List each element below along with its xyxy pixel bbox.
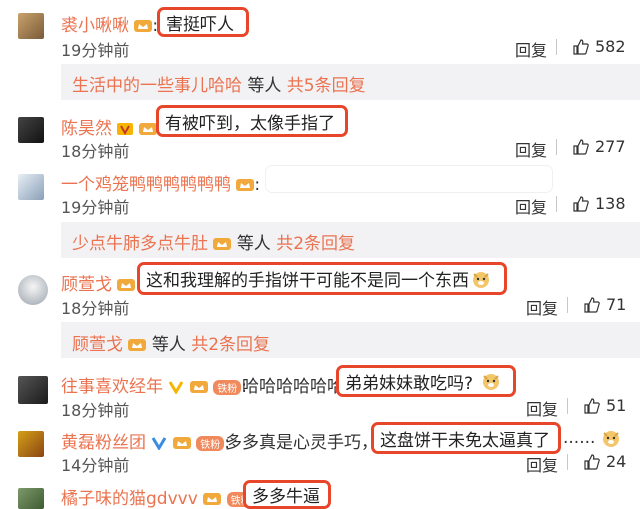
doge-emoji-icon (602, 431, 619, 447)
reply-button[interactable]: 回复 (526, 452, 558, 476)
comment-time: 19分钟前 (61, 198, 130, 217)
comment-time: 19分钟前 (61, 41, 130, 60)
vip-crown-icon (203, 493, 222, 505)
vip-crown-icon (117, 279, 136, 291)
comment-text-highlighted: 这盘饼干未免太逼真了 (371, 422, 561, 454)
divider (556, 38, 557, 55)
like-button[interactable]: 71 (567, 295, 626, 314)
like-button[interactable]: 138 (556, 194, 626, 213)
avatar[interactable] (18, 376, 48, 404)
verified-v-icon (117, 123, 134, 136)
commenter-name[interactable]: 裘小啾啾 : (61, 11, 158, 36)
like-button[interactable]: 51 (567, 396, 626, 415)
commenter-name[interactable]: 黄磊粉丝团 铁粉: (61, 428, 230, 453)
avatar[interactable] (18, 431, 44, 457)
reply-thread-summary[interactable]: 生活中的一些事儿哈哈 等人 共5条回复 (72, 71, 366, 96)
avatar[interactable] (18, 174, 44, 200)
comment-text-highlighted: 这和我理解的手指饼干可能不是同一个东西 (137, 262, 507, 295)
reply-button[interactable]: 回复 (515, 37, 547, 61)
reply-button[interactable]: 回复 (515, 194, 547, 218)
comment-text-highlighted: 多多牛逼 (243, 480, 331, 509)
avatar[interactable] (18, 488, 44, 509)
doge-emoji-icon (483, 374, 500, 390)
comment-time: 18分钟前 (61, 401, 130, 420)
reply-thread-summary[interactable]: 顾萱戈 等人 共2条回复 (72, 330, 270, 355)
divider (556, 195, 557, 212)
thumbs-up-icon (584, 397, 600, 414)
fan-badge: 铁粉 (196, 435, 225, 451)
commenter-name[interactable]: 橘子味的猫gdvvv 铁粉: (61, 484, 260, 509)
divider (567, 453, 568, 470)
vip-crown-icon (236, 179, 255, 191)
comment-text-highlighted: 有被吓到，太像手指了 (156, 105, 348, 137)
commenter-name[interactable]: 往事喜欢经年 铁粉: (61, 372, 247, 397)
colon: : (254, 175, 261, 195)
comment-text: 多多真是心灵手巧， (225, 433, 378, 453)
avatar[interactable] (18, 275, 48, 305)
vip-crown-icon (138, 123, 157, 135)
commenter-name[interactable]: 顾萱戈 : (61, 270, 141, 295)
thumbs-up-icon (584, 296, 600, 313)
reply-thread-summary[interactable]: 少点牛肺多点牛肚 等人 共2条回复 (72, 229, 355, 254)
comment-text-hidden (266, 166, 552, 192)
thumbs-up-icon (573, 38, 589, 55)
comment-time: 18分钟前 (61, 142, 130, 161)
divider (567, 296, 568, 313)
commenter-name[interactable]: 一个鸡笼鸭鸭鸭鸭鸭鸭 : (61, 170, 260, 195)
like-button[interactable]: 277 (556, 137, 626, 156)
vip-crown-icon (128, 339, 147, 351)
vip-crown-icon (189, 381, 208, 393)
comment-text-tail: ...... (563, 428, 621, 448)
vip-crown-icon (172, 437, 191, 449)
comment-text: 哈哈哈哈哈哈 (242, 377, 344, 397)
commenter-name[interactable]: 陈昊然 : (61, 114, 163, 139)
like-button[interactable]: 582 (556, 37, 626, 56)
comment-time: 18分钟前 (61, 299, 130, 318)
verified-v-icon (152, 437, 167, 450)
vip-crown-icon (134, 20, 153, 32)
vip-crown-icon (213, 238, 232, 250)
verified-v-icon (169, 381, 184, 394)
comment-text-highlighted: 弟弟妹妹敢吃吗? (336, 365, 516, 397)
reply-button[interactable]: 回复 (526, 396, 558, 420)
reply-button[interactable]: 回复 (526, 295, 558, 319)
doge-emoji-icon (473, 271, 489, 288)
divider (567, 397, 568, 414)
thumbs-up-icon (573, 195, 589, 212)
thumbs-up-icon (573, 138, 589, 155)
comment-text-highlighted: 害挺吓人 (157, 7, 249, 37)
reply-button[interactable]: 回复 (515, 137, 547, 161)
avatar[interactable] (18, 117, 44, 143)
divider (556, 138, 557, 155)
comment-time: 14分钟前 (61, 456, 130, 475)
fan-badge: 铁粉 (213, 379, 242, 395)
like-button[interactable]: 24 (567, 452, 626, 471)
thumbs-up-icon (584, 453, 600, 470)
avatar[interactable] (18, 13, 44, 39)
